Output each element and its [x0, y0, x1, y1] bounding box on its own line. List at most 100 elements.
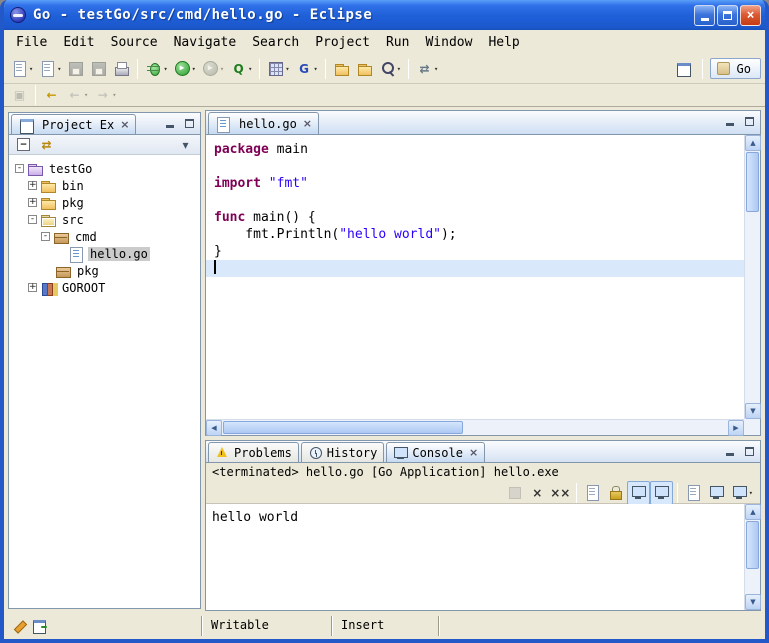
scroll-down-button[interactable]: ▼	[745, 403, 761, 419]
code-token: "hello world"	[339, 227, 441, 242]
close-icon[interactable]: ×	[120, 118, 129, 131]
scroll-up-button[interactable]: ▲	[745, 135, 761, 151]
menu-run[interactable]: Run	[378, 30, 417, 54]
close-icon[interactable]: ×	[469, 446, 478, 459]
console-output[interactable]: hello world	[206, 504, 744, 610]
debug-button[interactable]: ▾	[142, 57, 170, 81]
view-menu-button[interactable]: ▾	[174, 136, 197, 154]
clear-console-button[interactable]	[581, 481, 604, 505]
minimize-icon	[166, 125, 174, 128]
maximize-button[interactable]	[717, 5, 738, 26]
fast-view-icon[interactable]	[12, 618, 28, 634]
tree-item-pkg[interactable]: pkg	[9, 262, 200, 279]
editor-tabbar: hello.go ×	[206, 111, 760, 135]
minimize-view-button[interactable]	[162, 116, 178, 132]
menu-edit[interactable]: Edit	[55, 30, 102, 54]
tree-item-testgo[interactable]: - testGo	[9, 160, 200, 177]
print-button[interactable]	[110, 57, 133, 81]
search-button[interactable]: ▾	[376, 57, 404, 81]
menu-help[interactable]: Help	[480, 30, 527, 54]
code-token: );	[441, 227, 457, 242]
maximize-icon	[723, 11, 732, 20]
maximize-view-button[interactable]	[181, 116, 197, 132]
collapse-icon[interactable]: -	[15, 164, 24, 173]
close-button[interactable]: ×	[740, 5, 761, 26]
last-edit-location-button[interactable]: ←	[40, 83, 63, 107]
new-go-app-button[interactable]: ▾	[264, 57, 292, 81]
window-title: Go - testGo/src/cmd/hello.go - Eclipse	[33, 7, 688, 23]
expand-icon[interactable]: +	[28, 181, 37, 190]
show-view-icon[interactable]	[32, 618, 48, 634]
run-button[interactable]: ▾	[171, 57, 199, 81]
tree-item-goroot[interactable]: +GOROOT	[9, 279, 200, 296]
titlebar[interactable]: Go - testGo/src/cmd/hello.go - Eclipse ×	[4, 0, 765, 30]
show-stdout-button[interactable]	[627, 481, 650, 505]
collapse-icon[interactable]: -	[41, 232, 50, 241]
scroll-lock-button[interactable]	[604, 481, 627, 505]
code-editor[interactable]: package mainimport "fmt"func main() { fm…	[206, 135, 744, 419]
tree-item-label: testGo	[47, 162, 94, 176]
expand-icon[interactable]: +	[28, 283, 37, 292]
tree-item-pkg[interactable]: +pkg	[9, 194, 200, 211]
display-console-button[interactable]	[705, 481, 728, 505]
run-icon	[174, 60, 191, 77]
link-with-editor-button[interactable]: ⇄	[35, 136, 58, 154]
collapse-icon[interactable]: -	[28, 215, 37, 224]
pin-console-button[interactable]	[682, 481, 705, 505]
dropdown-arrow-icon: ▾	[397, 65, 401, 73]
open-perspective-button[interactable]	[672, 57, 695, 81]
project-icon	[27, 161, 43, 177]
scrollbar-thumb[interactable]	[746, 152, 759, 212]
scroll-right-button[interactable]: ▶	[728, 420, 744, 436]
explorer-tab-label: Project Ex	[42, 118, 114, 132]
new-wizard-button[interactable]: ▾	[8, 57, 36, 81]
minimize-view-button[interactable]	[722, 114, 738, 130]
show-stderr-button[interactable]	[650, 481, 673, 505]
gofile-icon	[68, 246, 84, 262]
menu-window[interactable]: Window	[417, 30, 480, 54]
external-tools-button[interactable]: Q▾	[227, 57, 255, 81]
open-archive-button[interactable]	[330, 57, 353, 81]
scroll-left-button[interactable]: ◀	[206, 420, 222, 436]
statusbar-divider	[438, 616, 440, 636]
open-console-button[interactable]: ▾	[728, 481, 756, 505]
tree-item-hello-go[interactable]: hello.go	[9, 245, 200, 262]
collapse-all-button[interactable]: −	[12, 136, 35, 154]
open-perspective-icon	[675, 60, 692, 77]
scrollbar-thumb[interactable]	[223, 421, 463, 434]
remove-launch-button[interactable]: ×	[526, 481, 549, 505]
close-icon[interactable]: ×	[303, 117, 312, 130]
minimize-button[interactable]	[694, 5, 715, 26]
code-token: import	[214, 176, 261, 191]
tree-item-bin[interactable]: +bin	[9, 177, 200, 194]
tab-project-explorer[interactable]: Project Ex ×	[11, 114, 136, 134]
scroll-down-button[interactable]: ▼	[745, 594, 761, 610]
remove-all-terminated-button[interactable]: ××	[549, 481, 572, 505]
editor-tab-hello-go[interactable]: hello.go ×	[208, 112, 319, 134]
scrollbar-thumb[interactable]	[746, 521, 759, 569]
expand-icon[interactable]: +	[28, 198, 37, 207]
maximize-view-button[interactable]	[741, 444, 757, 460]
team-sync-icon: ⇄	[416, 60, 433, 77]
menu-source[interactable]: Source	[103, 30, 166, 54]
menu-file[interactable]: File	[8, 30, 55, 54]
pin-editor-button: ▣	[8, 83, 31, 107]
go-perspective-button[interactable]: Go	[710, 58, 761, 79]
tree-item-cmd[interactable]: -cmd	[9, 228, 200, 245]
tab-history[interactable]: History	[301, 442, 385, 462]
open-folder-button[interactable]	[353, 57, 376, 81]
scroll-up-button[interactable]: ▲	[745, 504, 761, 520]
team-sync-button[interactable]: ⇄▾	[413, 57, 441, 81]
tab-console[interactable]: Console×	[386, 442, 485, 462]
dropdown-arrow-icon: ▾	[314, 65, 318, 73]
tab-problems[interactable]: Problems	[208, 442, 299, 462]
maximize-view-button[interactable]	[741, 114, 757, 130]
new-go-element-button[interactable]: ▾	[36, 57, 64, 81]
tree-item-src[interactable]: -src	[9, 211, 200, 228]
menu-project[interactable]: Project	[307, 30, 378, 54]
menu-search[interactable]: Search	[244, 30, 307, 54]
menu-navigate[interactable]: Navigate	[166, 30, 245, 54]
dropdown-arrow-icon: ▾	[434, 65, 438, 73]
go-command-button[interactable]: G▾	[293, 57, 321, 81]
minimize-view-button[interactable]	[722, 444, 738, 460]
